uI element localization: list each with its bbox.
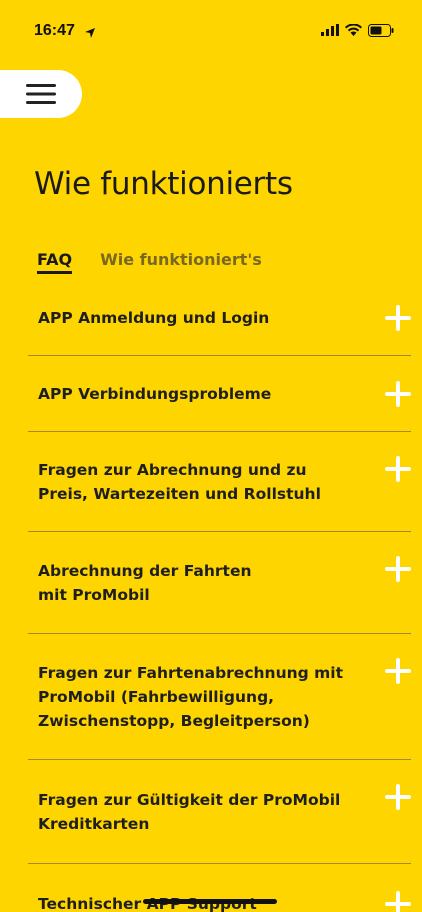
plus-icon[interactable] <box>385 380 411 407</box>
plus-icon[interactable] <box>385 891 411 912</box>
faq-item-abrechnung-preis[interactable]: Fragen zur Abrechnung und zu Preis, Wart… <box>28 432 411 532</box>
plus-icon[interactable] <box>385 456 411 482</box>
status-bar: 16:47 <box>0 0 422 60</box>
tab-bar: FAQ Wie funktioniert's <box>37 250 262 274</box>
plus-icon[interactable] <box>385 556 411 582</box>
battery-icon <box>368 23 394 37</box>
tab-faq[interactable]: FAQ <box>37 250 73 274</box>
faq-item-label: Abrechnung der Fahrten mit ProMobil <box>38 561 252 604</box>
faq-item-label: APP Verbindungsprobleme <box>38 384 272 403</box>
tab-wie-funktionierts[interactable]: Wie funktioniert's <box>100 250 262 269</box>
faq-item-gueltigkeit[interactable]: Fragen zur Gültigkeit der ProMobil Kredi… <box>28 760 411 864</box>
plus-icon[interactable] <box>385 784 411 810</box>
location-arrow-icon <box>84 24 96 43</box>
status-icons <box>321 22 394 38</box>
faq-item-label: APP Anmeldung und Login <box>38 308 270 327</box>
status-time: 16:47 <box>34 22 75 39</box>
faq-item-fahrtenabrechnung[interactable]: Fragen zur Fahrtenabrechnung mit ProMobi… <box>28 634 411 760</box>
menu-button[interactable] <box>0 70 82 118</box>
home-indicator[interactable] <box>143 899 277 904</box>
hamburger-icon <box>26 84 56 104</box>
page-title: Wie funktionierts <box>34 166 293 202</box>
faq-item-support[interactable]: Technischer APP Support <box>28 864 411 912</box>
faq-item-verbindung[interactable]: APP Verbindungsprobleme <box>28 356 411 432</box>
signal-icon <box>321 24 339 36</box>
faq-item-label: Fragen zur Fahrtenabrechnung mit ProMobi… <box>38 663 344 730</box>
faq-item-label: Fragen zur Gültigkeit der ProMobil Kredi… <box>38 790 341 833</box>
plus-icon[interactable] <box>385 304 411 331</box>
plus-icon[interactable] <box>385 658 411 684</box>
faq-list: APP Anmeldung und Login APP Verbindungsp… <box>28 280 411 912</box>
wifi-icon <box>345 24 362 36</box>
faq-item-anmeldung[interactable]: APP Anmeldung und Login <box>28 280 411 356</box>
faq-item-abrechnung-fahrten[interactable]: Abrechnung der Fahrten mit ProMobil <box>28 532 411 634</box>
faq-item-label: Fragen zur Abrechnung und zu Preis, Wart… <box>38 460 321 503</box>
